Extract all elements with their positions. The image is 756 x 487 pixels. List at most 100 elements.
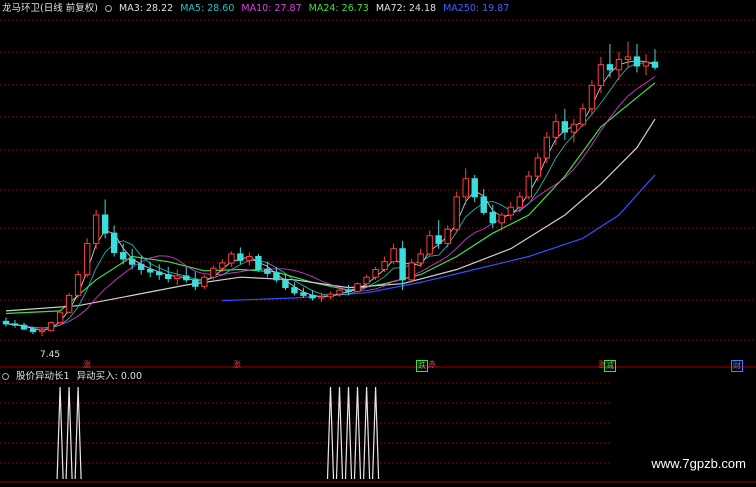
candle [210,265,217,280]
candle [237,247,244,265]
candle [192,272,199,291]
candle-body [119,252,127,260]
candle-body [11,323,19,326]
candle-body [633,56,641,67]
candle [327,291,334,300]
candle-body [2,320,10,325]
candle [110,225,118,257]
candle-body [156,271,163,276]
candle [471,174,478,203]
candle-body [237,253,244,261]
candle-body [489,211,496,224]
candle-body [480,196,487,213]
candle [47,321,55,332]
candle-body [165,274,172,280]
indicator-spike [65,386,73,480]
candle-body [588,84,596,110]
indicator-spike [353,386,362,480]
candle [381,256,388,273]
price-chart[interactable] [0,0,756,368]
candle [417,248,424,267]
candle-body [83,243,91,276]
candle [570,119,578,143]
candle-body [399,248,406,281]
indicator-spike [344,386,353,480]
candle [101,199,109,239]
candle-body [56,311,64,324]
candle [165,266,172,283]
candle-body [318,296,325,299]
candle [597,56,605,94]
candle [138,256,145,275]
candle [480,189,487,216]
candle-body [336,289,343,295]
candle-body [65,294,73,313]
candle-body [309,294,316,299]
candle-body [426,235,433,255]
candle [507,202,514,221]
candle-body [606,64,614,71]
candle-body [570,123,578,133]
candle-body [651,61,659,68]
ma-line-ma3 [5,60,656,331]
candle-body [174,275,181,280]
indicator-spike [363,386,371,480]
candle [2,317,10,327]
indicator-spike [326,386,335,480]
candle [228,251,235,267]
candle [579,103,587,127]
candle-body [471,178,478,198]
candle-body [561,121,569,133]
candle-body [462,178,469,198]
stock-chart-window: 龙马环卫(日线 前复权) MA3: 28.22 MA5: 28.60 MA10:… [0,0,756,487]
indicator-spike [335,386,344,480]
candle-body [38,329,46,333]
candle [624,41,632,68]
candle [65,292,73,314]
candle-body [183,275,190,281]
candle-body [29,328,37,333]
candle [183,266,190,283]
candle [246,252,253,266]
candle-body [210,267,217,278]
indicator-spike [74,386,82,480]
candle-body [255,255,262,270]
candle [282,274,289,291]
candle [174,269,181,286]
candle [255,253,262,273]
candle-body [327,293,334,298]
candle [74,270,82,298]
candle [444,225,451,248]
candle [56,310,64,324]
indicator-spike [372,386,380,480]
candle [390,243,397,265]
indicator-chart[interactable] [0,369,756,487]
candle-body [363,276,370,285]
candle [83,238,91,278]
candle-body [381,261,388,270]
candle [534,152,542,182]
candle-body [282,279,289,289]
candle-body [372,268,379,278]
candle-body [128,258,136,265]
candle [435,220,442,249]
candle [606,43,614,78]
candle [552,113,560,146]
candle-body [264,268,271,274]
low-price-label: 7.45 [40,350,61,360]
candle-body [390,248,397,263]
candle-body [345,289,352,292]
candle-body [201,276,208,287]
candle-body [453,196,460,230]
candle-body [534,157,542,177]
candle [426,230,433,257]
candle-body [101,214,109,234]
candle [543,132,551,164]
candle [561,108,569,140]
candle-body [354,283,361,292]
candle-body [138,263,145,270]
candle-body [47,322,55,331]
candle [291,282,298,296]
candle-body [525,175,533,198]
candle-body [219,262,226,269]
